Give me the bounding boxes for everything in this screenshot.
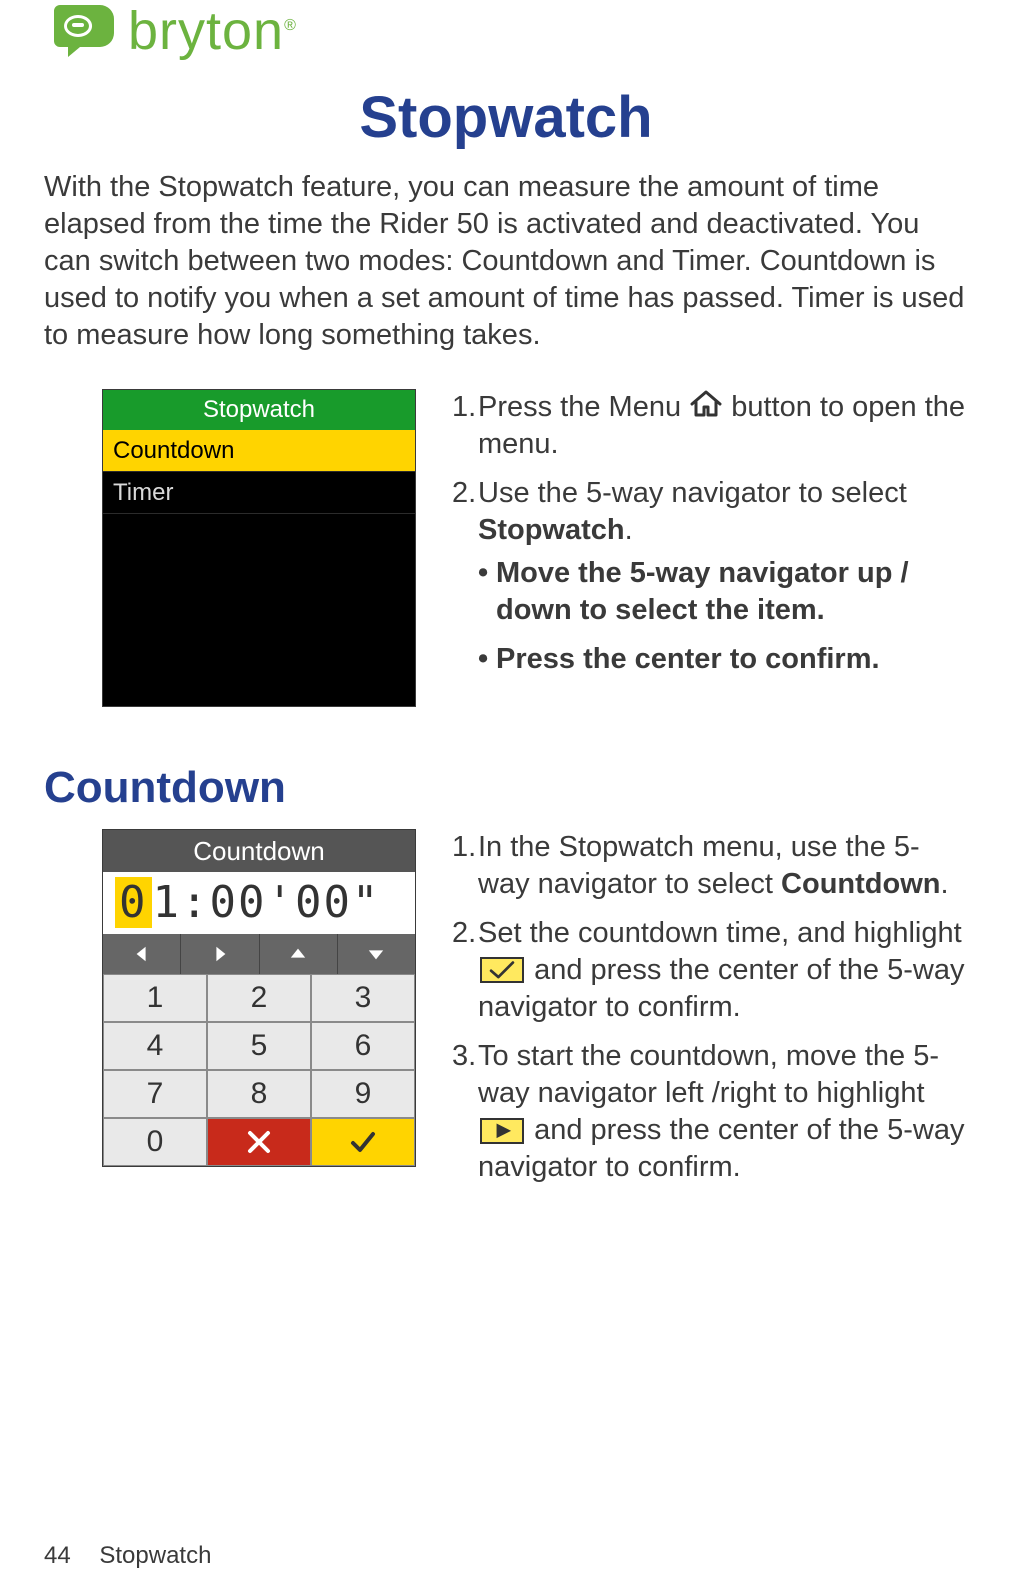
step-a2-sub1: Move the 5-way navigator up / down to se… — [478, 555, 968, 629]
key-4: 4 — [103, 1022, 207, 1070]
device-title: Stopwatch — [103, 390, 415, 430]
arrow-down-icon — [338, 934, 415, 974]
start-play-icon — [480, 1118, 524, 1144]
brand-wordmark: bryton® — [128, 4, 297, 58]
key-3: 3 — [311, 974, 415, 1022]
key-7: 7 — [103, 1070, 207, 1118]
countdown-block: Countdown 01:00'00" 1 2 3 4 5 6 — [44, 829, 968, 1199]
footer-section: Stopwatch — [99, 1542, 211, 1569]
page-footer: 44 Stopwatch — [44, 1542, 211, 1570]
key-6: 6 — [311, 1022, 415, 1070]
countdown-time-display: 01:00'00" — [103, 872, 415, 934]
confirm-check-icon — [480, 957, 524, 983]
menu-item-timer: Timer — [103, 472, 415, 514]
step-b3: 3. To start the countdown, move the 5-wa… — [452, 1038, 968, 1186]
menu-home-icon — [689, 389, 723, 419]
keypad: 1 2 3 4 5 6 7 8 9 0 — [103, 974, 415, 1166]
arrow-up-icon — [260, 934, 338, 974]
steps-list-b: 1. In the Stopwatch menu, use the 5-way … — [452, 829, 968, 1187]
arrow-row — [103, 934, 415, 974]
stopwatch-block: Stopwatch Countdown Timer 1. Press the M… — [44, 389, 968, 707]
step-a2-sub2: Press the center to confirm. — [478, 641, 968, 678]
brand-logo-icon — [54, 5, 114, 57]
step-b2: 2. Set the countdown time, and highlight… — [452, 915, 968, 1026]
intro-paragraph: With the Stopwatch feature, you can meas… — [44, 169, 968, 355]
steps-list-a: 1. Press the Menu button to open the men… — [452, 389, 968, 679]
step-a1: 1. Press the Menu button to open the men… — [452, 389, 968, 463]
page-title: Stopwatch — [44, 84, 968, 151]
section-title-countdown: Countdown — [44, 763, 968, 813]
key-1: 1 — [103, 974, 207, 1022]
key-2: 2 — [207, 974, 311, 1022]
device-title: Countdown — [103, 830, 415, 872]
device-countdown-screenshot: Countdown 01:00'00" 1 2 3 4 5 6 — [102, 829, 416, 1167]
arrow-left-icon — [103, 934, 181, 974]
key-confirm — [311, 1118, 415, 1166]
step-b1: 1. In the Stopwatch menu, use the 5-way … — [452, 829, 968, 903]
brand-header: bryton® — [44, 0, 968, 64]
key-cancel — [207, 1118, 311, 1166]
key-8: 8 — [207, 1070, 311, 1118]
time-cursor-digit: 0 — [115, 877, 152, 928]
arrow-right-icon — [181, 934, 259, 974]
key-9: 9 — [311, 1070, 415, 1118]
menu-item-countdown: Countdown — [103, 430, 415, 472]
key-5: 5 — [207, 1022, 311, 1070]
key-0: 0 — [103, 1118, 207, 1166]
page-number: 44 — [44, 1542, 71, 1569]
step-a2: 2. Use the 5-way navigator to select Sto… — [452, 475, 968, 679]
time-remainder: 1:00'00" — [153, 877, 381, 928]
device-stopwatch-screenshot: Stopwatch Countdown Timer — [102, 389, 416, 707]
